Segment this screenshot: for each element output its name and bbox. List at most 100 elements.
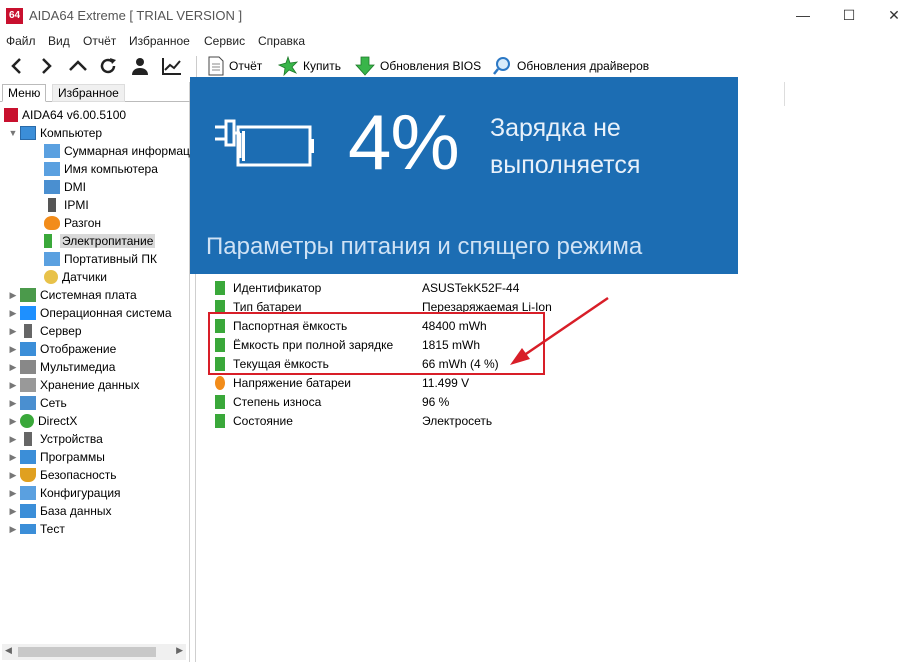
- device-icon: [24, 432, 32, 446]
- chevron-right-icon[interactable]: ▶: [8, 326, 18, 337]
- menu-view[interactable]: Вид: [48, 34, 70, 48]
- toolbar-separator: [196, 56, 197, 78]
- tree-item-devices[interactable]: ▶ Устройства: [8, 430, 103, 448]
- chevron-right-icon[interactable]: ▶: [8, 470, 18, 481]
- tree-item-summary[interactable]: Суммарная информация: [44, 142, 203, 160]
- battery-percent: 4%: [348, 98, 460, 186]
- windows-icon: [20, 306, 36, 320]
- tab-menu[interactable]: Меню: [2, 84, 47, 102]
- annotation-arrow-icon: [510, 296, 609, 365]
- shield-icon: [20, 468, 36, 482]
- title-bar: 64 AIDA64 Extreme [ TRIAL VERSION ] — ☐ …: [0, 0, 917, 32]
- close-button[interactable]: ✕: [871, 0, 917, 32]
- chevron-right-icon[interactable]: ▶: [8, 524, 18, 535]
- document-icon: [208, 56, 224, 76]
- menu-file[interactable]: Файл: [6, 34, 36, 48]
- power-settings-link[interactable]: Параметры питания и спящего режима: [206, 233, 642, 261]
- tree-item-configuration[interactable]: ▶ Конфигурация: [8, 484, 121, 502]
- battery-icon: [215, 395, 225, 409]
- tree-item-os[interactable]: ▶ Операционная система: [8, 304, 172, 322]
- report-label: Отчёт: [229, 59, 263, 73]
- table-row[interactable]: Степень износа 96 %: [215, 393, 715, 411]
- user-icon[interactable]: [128, 55, 152, 77]
- tree-item-network[interactable]: ▶ Сеть: [8, 394, 67, 412]
- tab-favorites[interactable]: Избранное: [52, 84, 125, 102]
- tree-item-security[interactable]: ▶ Безопасность: [8, 466, 117, 484]
- battery-plug-icon: [215, 119, 314, 167]
- computer-icon: [20, 126, 36, 140]
- tree-item-portable[interactable]: Портативный ПК: [44, 250, 157, 268]
- bios-update-button[interactable]: Обновления BIOS: [355, 55, 481, 77]
- menu-favorites[interactable]: Избранное: [129, 34, 190, 48]
- tree-item-programs[interactable]: ▶ Программы: [8, 448, 105, 466]
- tree-item-storage[interactable]: ▶ Хранение данных: [8, 376, 140, 394]
- chevron-right-icon[interactable]: ▶: [8, 290, 18, 301]
- tree-root[interactable]: AIDA64 v6.00.5100: [4, 106, 126, 124]
- laptop-icon: [44, 252, 60, 266]
- chevron-right-icon[interactable]: ▶: [8, 398, 18, 409]
- speaker-icon: [20, 360, 36, 374]
- monitor-icon: [44, 144, 60, 158]
- refresh-icon[interactable]: [96, 55, 120, 77]
- tree-item-power[interactable]: Электропитание: [44, 232, 156, 250]
- scrollbar-thumb[interactable]: [18, 647, 156, 657]
- menu-report[interactable]: Отчёт: [83, 34, 116, 48]
- horizontal-scrollbar[interactable]: ◀ ▶: [2, 644, 186, 660]
- table-row[interactable]: Идентификатор ASUSTekK52F-44: [215, 279, 715, 297]
- chevron-down-icon[interactable]: ▼: [8, 128, 18, 138]
- chart-icon[interactable]: [160, 55, 184, 77]
- tree-item-motherboard[interactable]: ▶ Системная плата: [8, 286, 137, 304]
- minimize-button[interactable]: —: [780, 0, 826, 32]
- tree-item-ipmi[interactable]: IPMI: [44, 196, 89, 214]
- column-divider: [784, 82, 785, 106]
- back-icon[interactable]: [5, 55, 29, 77]
- monitor-icon: [44, 162, 60, 176]
- chevron-right-icon[interactable]: ▶: [8, 506, 18, 517]
- battery-flyout[interactable]: 4% Зарядка не выполняется Параметры пита…: [190, 77, 738, 274]
- tree-computer[interactable]: ▼ Компьютер: [8, 124, 102, 142]
- tree-item-database[interactable]: ▶ База данных: [8, 502, 111, 520]
- chevron-right-icon[interactable]: ▶: [8, 362, 18, 373]
- chevron-right-icon[interactable]: ▶: [8, 308, 18, 319]
- driver-update-button[interactable]: Обновления драйверов: [492, 55, 649, 77]
- report-button[interactable]: Отчёт: [208, 55, 262, 77]
- chevron-right-icon[interactable]: ▶: [8, 452, 18, 463]
- table-row[interactable]: Напряжение батареи 11.499 V: [215, 374, 715, 392]
- chevron-right-icon[interactable]: ▶: [8, 344, 18, 355]
- property-value: Электросеть: [422, 414, 493, 428]
- charging-status: Зарядка не выполняется: [490, 114, 641, 179]
- buy-button[interactable]: Купить: [278, 55, 341, 77]
- tree-item-computer-name[interactable]: Имя компьютера: [44, 160, 158, 178]
- tree-item-server[interactable]: ▶ Сервер: [8, 322, 82, 340]
- property-value: 11.499 V: [422, 376, 470, 390]
- window-title: AIDA64 Extreme [ TRIAL VERSION ]: [29, 8, 243, 23]
- maximize-button[interactable]: ☐: [826, 0, 872, 32]
- tree-item-overclock[interactable]: Разгон: [44, 214, 101, 232]
- chevron-right-icon[interactable]: ▶: [8, 380, 18, 391]
- tree-item-display[interactable]: ▶ Отображение: [8, 340, 116, 358]
- chevron-right-icon[interactable]: ▶: [8, 488, 18, 499]
- menu-service[interactable]: Сервис: [204, 34, 245, 48]
- property-name: Состояние: [233, 414, 293, 428]
- tree-item-benchmark[interactable]: ▶ Тест: [8, 520, 65, 538]
- property-name: Идентификатор: [233, 281, 322, 295]
- battery-icon: [215, 281, 225, 295]
- tree-item-directx[interactable]: ▶ DirectX: [8, 412, 77, 430]
- table-row[interactable]: Состояние Электросеть: [215, 412, 715, 430]
- tree-item-sensors[interactable]: Датчики: [44, 268, 107, 286]
- server-icon: [48, 198, 56, 212]
- dmi-icon: [44, 180, 60, 194]
- forward-icon[interactable]: [34, 55, 58, 77]
- scroll-right-icon[interactable]: ▶: [176, 645, 183, 656]
- scroll-left-icon[interactable]: ◀: [5, 645, 12, 656]
- menu-help[interactable]: Справка: [258, 34, 305, 48]
- programs-icon: [20, 450, 36, 464]
- buy-label: Купить: [303, 59, 341, 73]
- chevron-right-icon[interactable]: ▶: [8, 416, 18, 427]
- tree-item-dmi[interactable]: DMI: [44, 178, 86, 196]
- chevron-right-icon[interactable]: ▶: [8, 434, 18, 445]
- flame-icon: [44, 216, 60, 230]
- property-name: Степень износа: [233, 395, 322, 409]
- up-icon[interactable]: [66, 55, 90, 77]
- tree-item-multimedia[interactable]: ▶ Мультимедиа: [8, 358, 115, 376]
